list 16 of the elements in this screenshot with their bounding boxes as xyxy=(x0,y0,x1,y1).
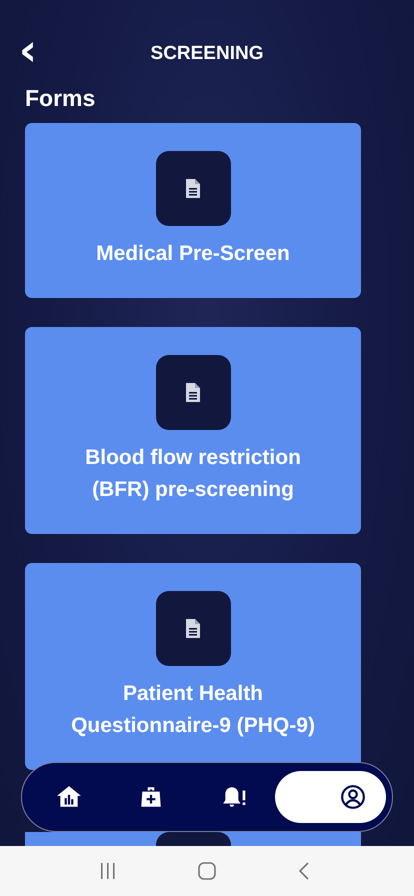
form-card[interactable]: Medical Pre-Screen xyxy=(25,123,361,298)
back-button[interactable]: ‹ xyxy=(18,36,38,72)
home-icon xyxy=(56,784,82,810)
document-icon xyxy=(185,179,201,198)
form-card[interactable]: Blood flow restriction (BFR) pre-screening xyxy=(25,327,361,534)
form-title: Blood flow restriction (BFR) pre-screening xyxy=(84,445,302,503)
document-icon xyxy=(185,619,201,638)
form-title: Patient Health Questionnaire-9 (PHQ-9) xyxy=(70,681,316,739)
document-icon xyxy=(185,383,201,402)
profile-icon xyxy=(340,784,366,810)
form-card[interactable]: Patient Health Questionnaire-9 (PHQ-9) xyxy=(25,563,361,770)
section-heading: Forms xyxy=(25,84,96,112)
screen-title: SCREENING xyxy=(150,43,264,65)
nav-tab[interactable] xyxy=(274,771,386,823)
form-title: Medical Pre-Screen xyxy=(96,241,290,267)
home-button-icon xyxy=(197,861,217,881)
